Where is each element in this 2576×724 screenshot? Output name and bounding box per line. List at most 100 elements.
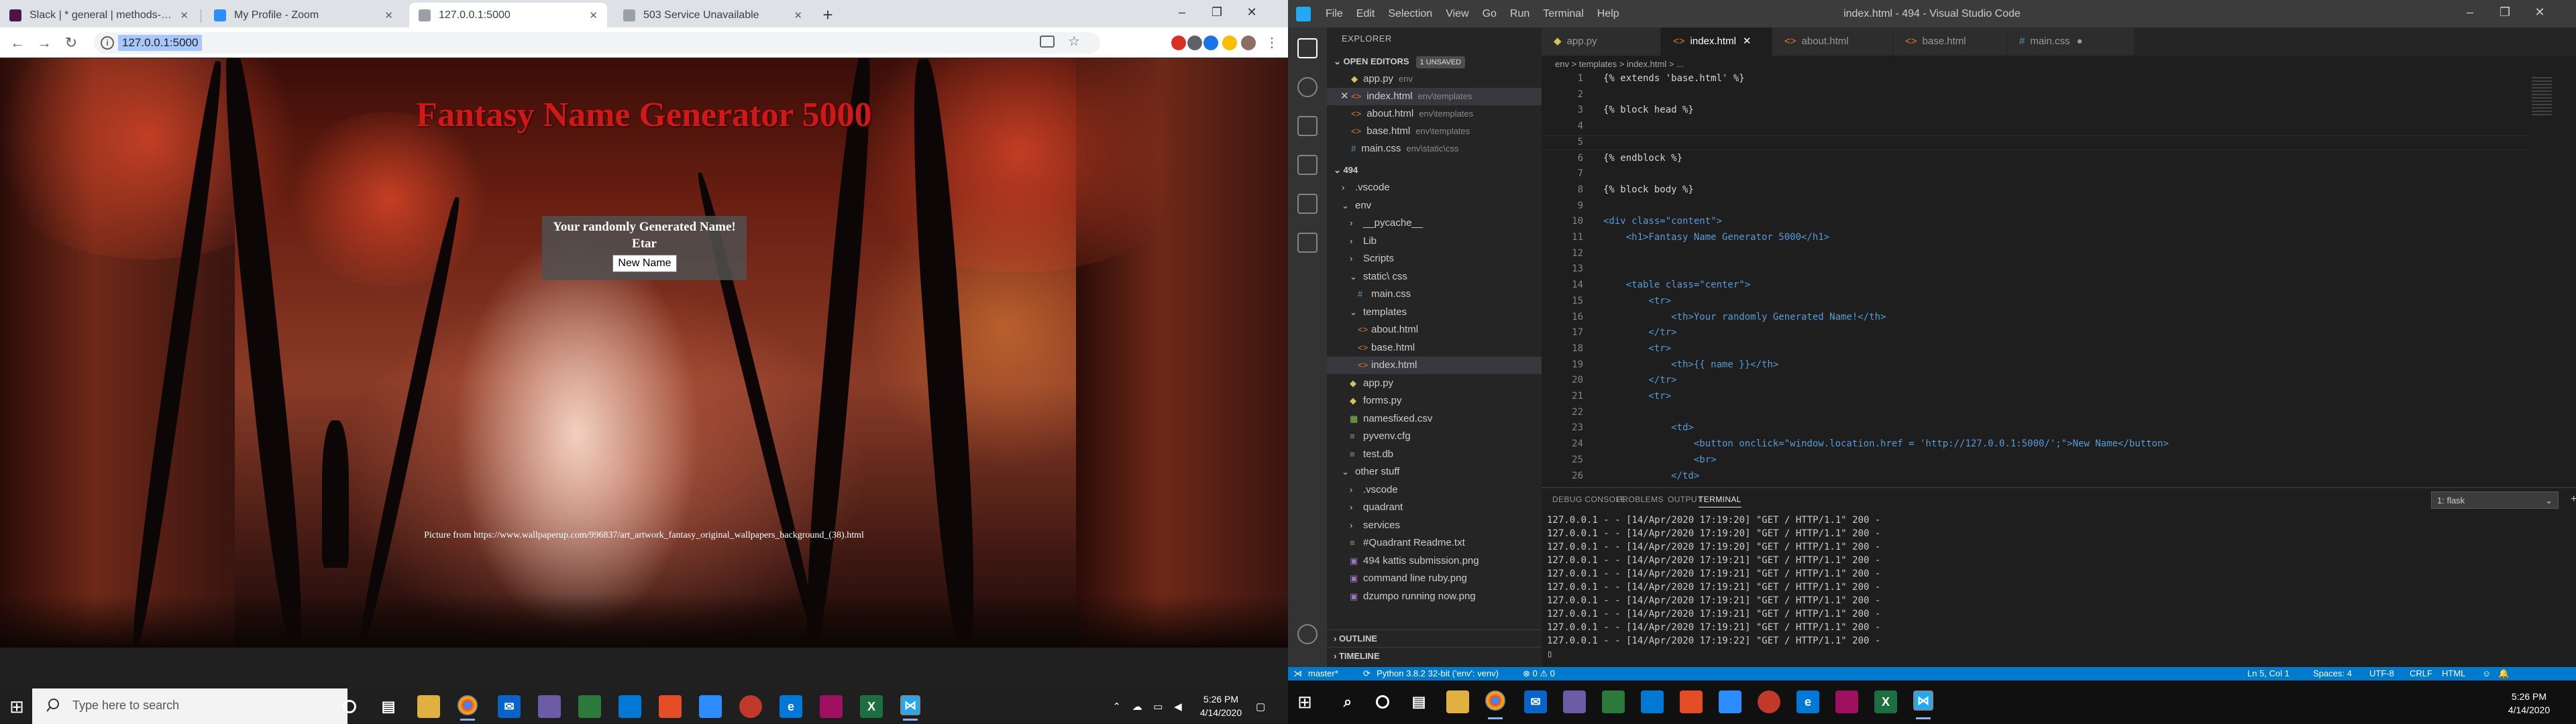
timeline-section[interactable]: › TIMELINE	[1327, 647, 1542, 664]
app-icon[interactable]	[619, 695, 641, 718]
close-tab-icon[interactable]: ✕	[589, 9, 598, 21]
task-view-icon[interactable]: ▤	[377, 695, 400, 718]
chevron-up-icon[interactable]: ⌃	[1112, 701, 1121, 713]
vscode-icon[interactable]: ⋈	[900, 695, 920, 721]
app-icon[interactable]	[659, 695, 682, 718]
file-tree-item[interactable]: ≡ test.db	[1327, 446, 1542, 463]
edge-icon[interactable]: e	[1796, 690, 1819, 713]
volume-icon[interactable]: ◀	[1174, 701, 1182, 713]
close-icon[interactable]: ✕	[1340, 88, 1351, 105]
end-of-line[interactable]: CRLF	[2410, 667, 2432, 680]
excel-icon[interactable]: X	[860, 695, 883, 718]
profile-avatar[interactable]	[1241, 36, 1256, 50]
file-tree-item[interactable]: › .vscode	[1327, 481, 1542, 499]
source-control-icon[interactable]	[1297, 116, 1318, 136]
file-tree-item[interactable]: ▣ dzumpo running now.png	[1327, 588, 1542, 605]
terminal-select[interactable]: 1: flask ⌄	[2431, 491, 2559, 509]
address-url[interactable]: 127.0.0.1:5000	[118, 35, 203, 51]
app-icon[interactable]	[1641, 690, 1664, 713]
file-tree-item[interactable]: <> index.html	[1327, 357, 1542, 374]
browser-tab[interactable]: 127.0.0.1:5000 ✕	[409, 3, 607, 27]
file-tree-item[interactable]: ⌄ templates	[1327, 304, 1542, 321]
minimap[interactable]	[2528, 73, 2568, 482]
app-icon[interactable]	[1835, 690, 1858, 713]
run-debug-icon[interactable]	[1297, 155, 1318, 175]
menu-item[interactable]: Selection	[1388, 8, 1432, 20]
zoom-icon[interactable]	[1719, 690, 1741, 713]
python-interpreter[interactable]: Python 3.8.2 32-bit ('env': venv)	[1377, 667, 1499, 680]
menu-item[interactable]: View	[1446, 8, 1468, 20]
file-tree-item[interactable]: ◆ app.py	[1327, 375, 1542, 392]
file-tree-item[interactable]: ⌄ env	[1327, 197, 1542, 215]
editor-tab[interactable]: <> base.html	[1893, 27, 2007, 56]
app-icon[interactable]	[538, 695, 561, 718]
file-tree-item[interactable]: › .vscode	[1327, 179, 1542, 196]
app-icon[interactable]	[1758, 690, 1780, 713]
app-icon[interactable]	[1602, 690, 1625, 713]
breadcrumb[interactable]: env > templates > index.html > ...	[1542, 56, 2576, 73]
close-window-button[interactable]: ✕	[2522, 3, 2557, 21]
cursor-position[interactable]: Ln 5, Col 1	[2247, 667, 2290, 680]
edge-icon[interactable]: e	[780, 695, 802, 718]
encoding[interactable]: UTF-8	[2369, 667, 2394, 680]
file-tree-item[interactable]: › quadrant	[1327, 499, 1542, 516]
close-tab-icon[interactable]: ✕	[384, 9, 393, 21]
sync-icon[interactable]: ⟳	[1363, 667, 1371, 680]
panel-tab[interactable]: DEBUG CONSOLE	[1552, 495, 1626, 504]
file-tree-item[interactable]: ⌄ other stuff	[1327, 463, 1542, 481]
reload-icon[interactable]: ↻	[60, 32, 82, 54]
new-tab-button[interactable]: +	[817, 4, 839, 25]
address-bar[interactable]: i 127.0.0.1:5000 ☆	[94, 32, 1100, 54]
file-tree-item[interactable]: ▣ command line ruby.png	[1327, 570, 1542, 587]
open-editors-section[interactable]: ⌄ OPEN EDITORS 1 UNSAVED	[1327, 53, 1542, 70]
cortana-icon[interactable]	[1371, 690, 1394, 713]
panel-tab[interactable]: PROBLEMS	[1617, 495, 1664, 504]
editor-tab[interactable]: ◆ app.py	[1542, 27, 1661, 56]
menu-kebab-icon[interactable]: ⋮	[1261, 32, 1283, 54]
vscode-icon[interactable]: ⋈	[1913, 690, 1933, 719]
file-tree-item[interactable]: ▣ 494 kattis submission.png	[1327, 552, 1542, 570]
system-tray[interactable]: ⌃ ☁ ▭ ◀	[1107, 688, 1187, 724]
terminal-output[interactable]: 127.0.0.1 - - [14/Apr/2020 17:19:20] "GE…	[1542, 515, 2576, 668]
app-icon[interactable]	[1680, 690, 1703, 713]
chrome-icon[interactable]	[1485, 690, 1505, 719]
cast-icon[interactable]	[1040, 36, 1055, 48]
file-tree-item[interactable]: ▦ namesfixed.csv	[1327, 410, 1542, 428]
extension-icon[interactable]	[1222, 36, 1237, 50]
app-icon[interactable]	[820, 695, 843, 718]
file-tree-item[interactable]: ⌄ static\ css	[1327, 268, 1542, 286]
git-branch[interactable]: master*	[1308, 667, 1338, 680]
panel-tab[interactable]: OUTPUT	[1668, 495, 1703, 504]
open-editor-item[interactable]: <> base.html env\templates	[1327, 123, 1542, 140]
file-tree-item[interactable]: ◆ forms.py	[1327, 392, 1542, 410]
open-editor-item[interactable]: # main.css env\static\css	[1327, 140, 1542, 158]
outline-section[interactable]: › OUTLINE	[1327, 629, 1542, 647]
extension-icon[interactable]	[1171, 36, 1186, 50]
file-tree-item[interactable]: ≡ pyvenv.cfg	[1327, 428, 1542, 445]
taskbar-clock[interactable]: 5:26 PM 4/14/2020	[1187, 692, 1254, 719]
file-tree-item[interactable]: › Lib	[1327, 233, 1542, 250]
app-icon[interactable]	[1563, 690, 1586, 713]
app-icon[interactable]	[739, 695, 762, 718]
chrome-icon[interactable]	[458, 695, 478, 721]
zoom-icon[interactable]	[699, 695, 722, 718]
minimize-button[interactable]: –	[1165, 3, 1199, 21]
indentation[interactable]: Spaces: 4	[2313, 667, 2352, 680]
open-editor-item[interactable]: ✕ <> index.html env\templates	[1327, 88, 1542, 105]
code-editor[interactable]: 1 {% extends 'base.html' %} 2 3 {% block hea…	[1542, 73, 2576, 482]
close-window-button[interactable]: ✕	[1234, 3, 1269, 21]
mail-icon[interactable]: ✉	[1524, 690, 1547, 713]
explorer-icon[interactable]	[1297, 38, 1318, 58]
windows-start-icon[interactable]: ⊞	[5, 695, 28, 718]
unsaved-dot-icon[interactable]: ●	[2077, 36, 2083, 47]
file-tree-item[interactable]: <> base.html	[1327, 339, 1542, 357]
new-name-button[interactable]: New Name	[612, 255, 677, 272]
remote-explorer-icon[interactable]	[1297, 194, 1318, 214]
file-tree-item[interactable]: # main.css	[1327, 286, 1542, 303]
windows-start-icon[interactable]: ⊞	[1293, 690, 1316, 713]
extensions-icon[interactable]	[1297, 233, 1318, 253]
taskbar-search[interactable]: Type here to search	[32, 688, 347, 724]
search-icon[interactable]	[1297, 77, 1318, 97]
editor-tab[interactable]: <> about.html	[1772, 27, 1893, 56]
bookmark-star-icon[interactable]: ☆	[1067, 34, 1081, 49]
